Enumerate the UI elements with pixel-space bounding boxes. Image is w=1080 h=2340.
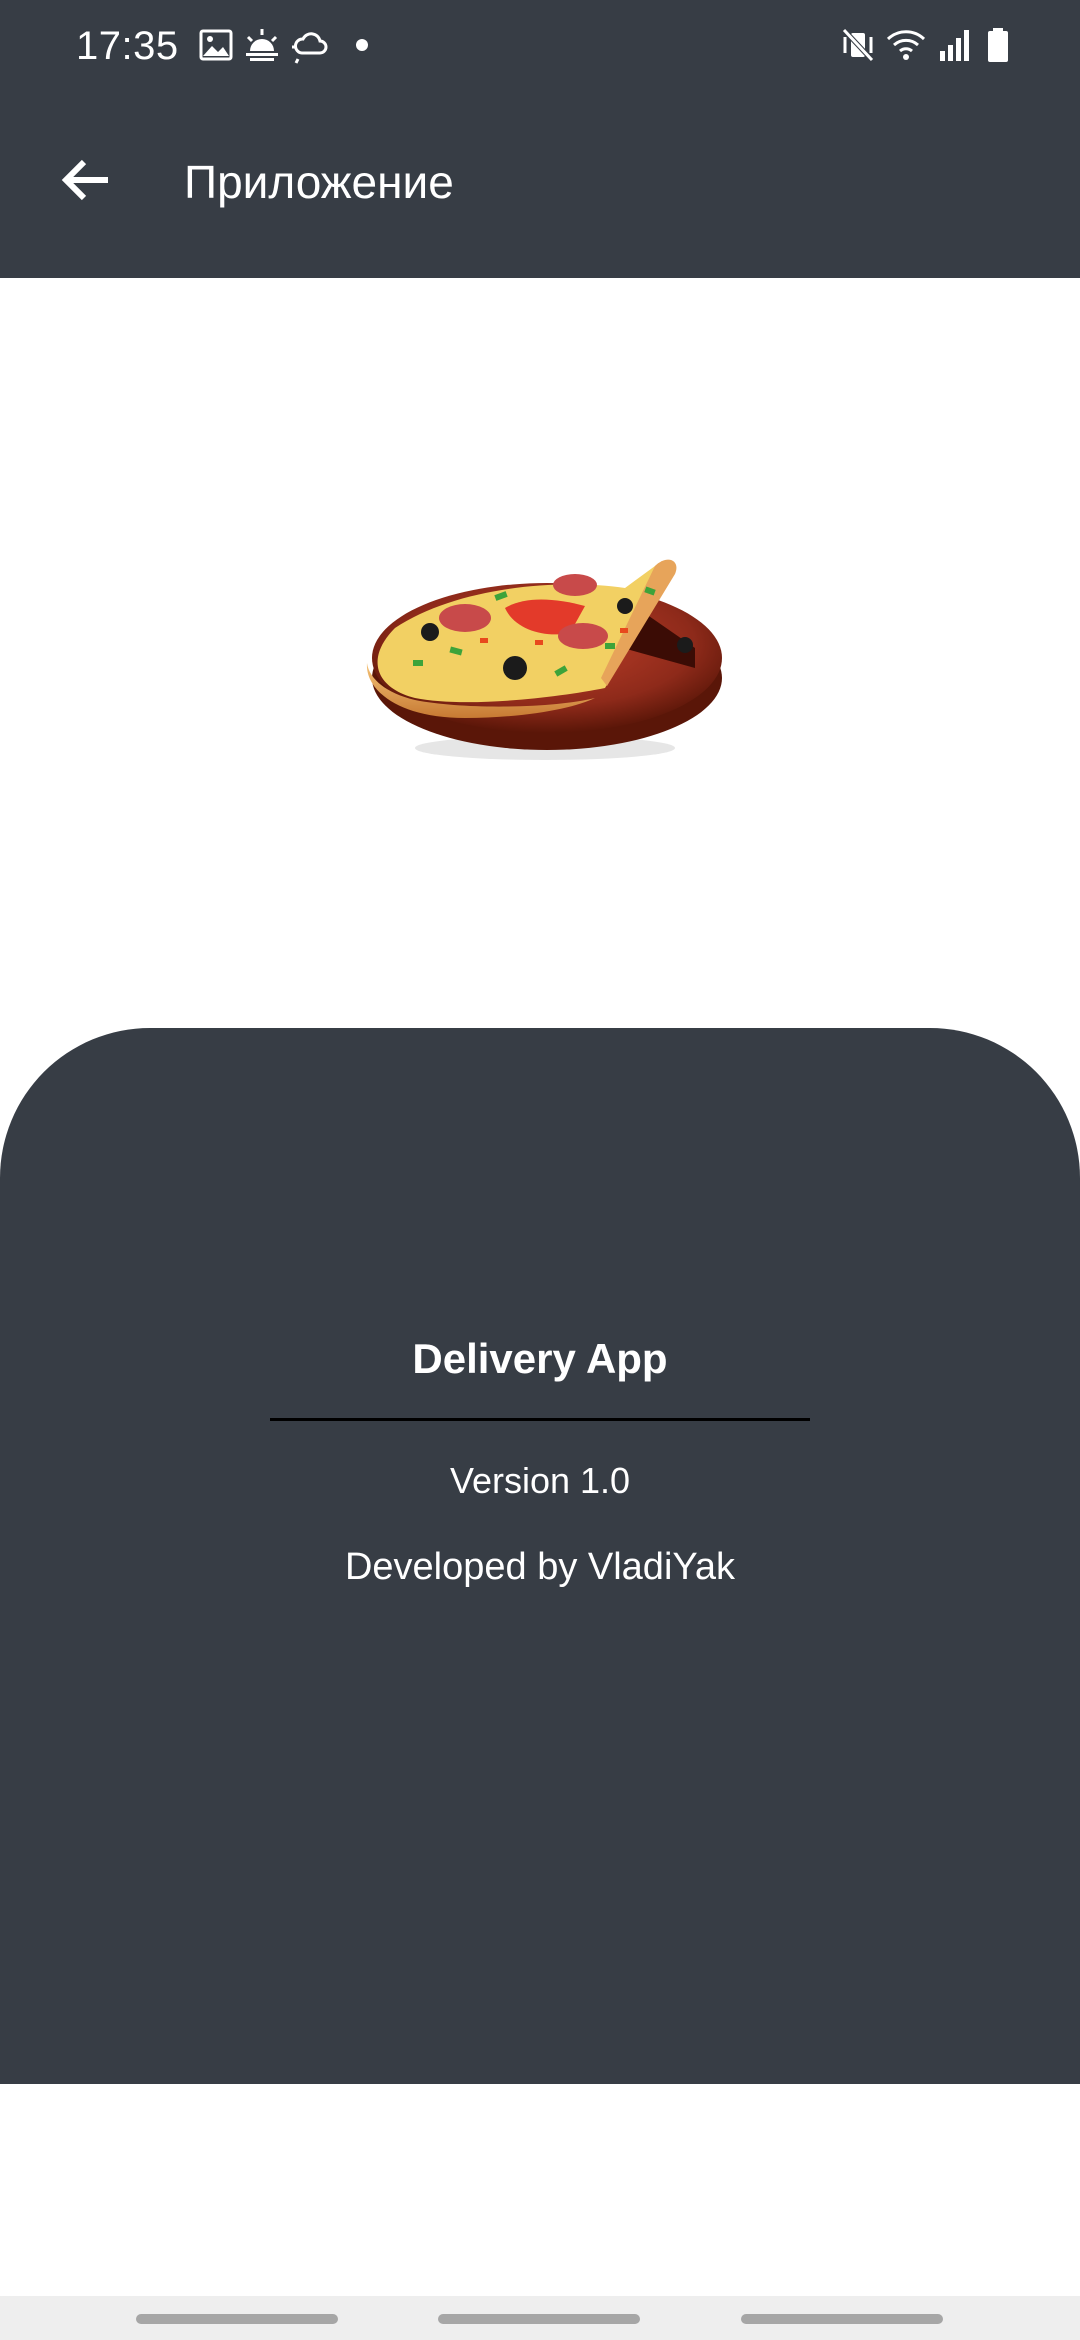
page-title: Приложение [184,156,454,208]
vibrate-mute-icon [838,25,878,65]
developer-credit: Developed by VladiYak [344,1546,736,1588]
nav-recents-button[interactable] [136,2314,338,2324]
divider [270,1418,810,1421]
status-bar: 17:35 [0,0,1080,90]
notification-dot-icon [344,25,384,65]
sunrise-icon [242,25,282,65]
app-version: Version 1.0 [449,1460,631,1501]
weather-icon [290,25,330,65]
battery-icon [978,25,1018,65]
app-bar: Приложение [0,90,1080,278]
nav-back-button[interactable] [741,2314,943,2324]
pizza-illustration [366,559,722,760]
arrow-left-icon [61,159,108,201]
app-info-panel: Delivery App Version 1.0 Developed by Vl… [0,1028,1080,2084]
top-app-area: 17:35 Приложение [0,0,1080,278]
signal-icon [934,25,974,65]
app-name: Delivery App [412,1335,668,1382]
gallery-icon [196,25,236,65]
nav-home-button[interactable] [438,2314,640,2324]
hero-section [0,278,1080,1028]
back-button[interactable] [46,140,126,220]
system-nav-bar [0,2296,1080,2340]
status-time: 17:35 [76,24,179,68]
wifi-icon [886,25,926,65]
